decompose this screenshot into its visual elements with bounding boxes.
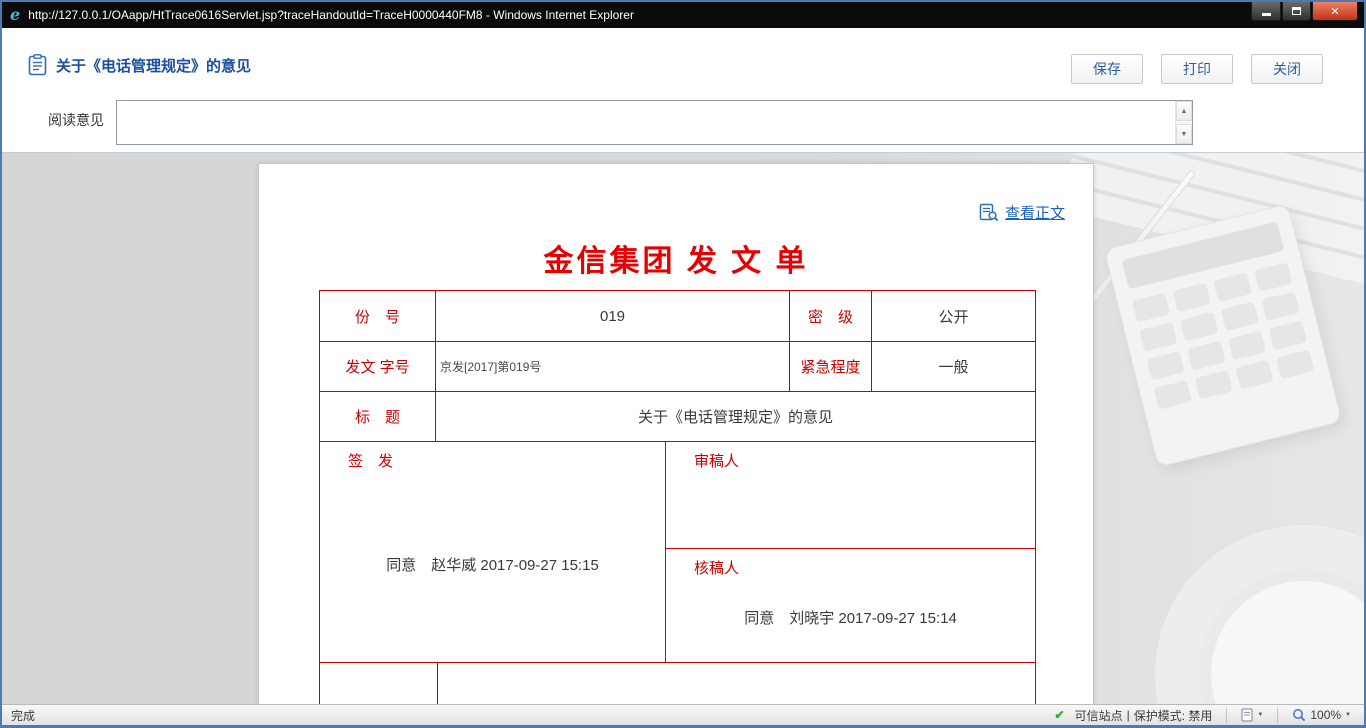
- dispatch-form-title: 金信集团 发 文 单: [259, 236, 1093, 280]
- sign-value: 同意 赵华威 2017-09-27 15:15: [320, 554, 665, 575]
- trusted-check-icon: ✔: [1055, 708, 1065, 722]
- sign-label: 签 发: [348, 450, 393, 471]
- opinion-label: 阅读意见: [48, 110, 104, 130]
- maximize-icon: [1292, 7, 1301, 15]
- review-column: 审稿人 核稿人 同意 刘晓宇 2017-09-27 15:14: [665, 442, 1035, 662]
- titlebar: e http://127.0.0.1/OAapp/HtTrace0616Serv…: [2, 2, 1364, 28]
- maximize-button[interactable]: [1282, 2, 1311, 21]
- scroll-down-icon[interactable]: ▼: [1176, 124, 1192, 144]
- zoom-level-text: 100%: [1310, 708, 1341, 722]
- title-value: 关于《电话管理规定》的意见: [435, 392, 1035, 441]
- dispatch-form-table: 份 号 019 密 级 公开 发文 字号 京发[2017]第019号 紧急程度 …: [319, 290, 1036, 704]
- main-content: 查看正文 金信集团 发 文 单 份 号 019 密 级 公开 发文 字号 京发[…: [2, 152, 1364, 704]
- background-keyboard-photo: [1058, 152, 1364, 289]
- scroll-up-icon[interactable]: ▲: [1176, 101, 1192, 121]
- zone-separator: |: [1127, 708, 1130, 722]
- urgency-value: 一般: [871, 342, 1035, 391]
- status-text: 完成: [11, 707, 35, 724]
- checker-cell: 核稿人 同意 刘晓宇 2017-09-27 15:14: [666, 548, 1035, 662]
- compatibility-view-button[interactable]: ▼: [1237, 708, 1267, 722]
- bottom-row-value-cell: [437, 663, 1035, 704]
- internet-explorer-icon: e: [10, 7, 20, 23]
- statusbar-right: ✔ 可信站点 | 保护模式: 禁用 ▼ 100% ▼: [1055, 707, 1355, 724]
- secrecy-value: 公开: [871, 291, 1035, 341]
- window-close-button[interactable]: ✕: [1312, 2, 1358, 21]
- opinion-row: 阅读意见 ▲ ▼: [2, 96, 1364, 152]
- statusbar: 完成 ✔ 可信站点 | 保护模式: 禁用 ▼ 100% ▼: [2, 704, 1364, 725]
- opinion-textarea[interactable]: [117, 101, 1175, 144]
- page-title-group: 关于《电话管理规定》的意见: [28, 54, 251, 76]
- page-title: 关于《电话管理规定》的意见: [56, 55, 251, 76]
- bottom-row-label-cell: [320, 663, 437, 704]
- checker-value: 同意 刘晓宇 2017-09-27 15:14: [666, 607, 1035, 628]
- opinion-scrollbar[interactable]: ▲ ▼: [1175, 101, 1192, 144]
- trusted-zone-text: 可信站点: [1075, 707, 1123, 724]
- security-zone-segment[interactable]: 可信站点 | 保护模式: 禁用: [1071, 707, 1217, 724]
- document-sheet: 查看正文 金信集团 发 文 单 份 号 019 密 级 公开 发文 字号 京发[…: [258, 163, 1094, 704]
- browser-window: e http://127.0.0.1/OAapp/HtTrace0616Serv…: [0, 0, 1366, 728]
- opinion-input-box: ▲ ▼: [116, 100, 1193, 145]
- minimize-button[interactable]: [1251, 2, 1281, 21]
- document-icon: [28, 54, 47, 76]
- checker-label: 核稿人: [694, 557, 739, 578]
- zoom-icon: [1292, 708, 1306, 722]
- doc-no-label: 发文 字号: [320, 342, 435, 391]
- statusbar-divider: [1226, 708, 1227, 723]
- reviewer-cell: 审稿人: [666, 442, 1035, 548]
- urgency-label: 紧急程度: [789, 342, 871, 391]
- compatibility-dropdown-icon: ▼: [1257, 712, 1263, 718]
- sign-cell: 签 发 同意 赵华威 2017-09-27 15:15: [320, 442, 665, 662]
- page-header: 关于《电话管理规定》的意见 保存 打印 关闭: [2, 28, 1364, 96]
- background-cup-photo: [1199, 569, 1364, 704]
- minimize-icon: [1262, 13, 1271, 16]
- zoom-dropdown-icon: ▼: [1345, 712, 1351, 718]
- view-body-link-row: 查看正文: [979, 202, 1065, 223]
- copy-no-value: 019: [435, 291, 789, 341]
- background-saucer-photo: [1154, 524, 1364, 704]
- statusbar-divider: [1277, 708, 1278, 723]
- compatibility-page-icon: [1241, 708, 1253, 722]
- window-controls: ✕: [1250, 2, 1358, 21]
- background-calculator-photo: [1104, 203, 1343, 467]
- view-body-icon: [979, 203, 999, 222]
- print-button[interactable]: 打印: [1161, 54, 1233, 84]
- title-label: 标 题: [320, 392, 435, 441]
- toolbar: 保存 打印 关闭: [1071, 54, 1323, 84]
- window-title: http://127.0.0.1/OAapp/HtTrace0616Servle…: [28, 8, 634, 22]
- protected-mode-text: 保护模式: 禁用: [1134, 707, 1213, 724]
- doc-no-value: 京发[2017]第019号: [435, 342, 789, 391]
- close-page-button[interactable]: 关闭: [1251, 54, 1323, 84]
- reviewer-label: 审稿人: [694, 450, 739, 471]
- view-body-link[interactable]: 查看正文: [1005, 202, 1065, 223]
- save-button[interactable]: 保存: [1071, 54, 1143, 84]
- secrecy-label: 密 级: [789, 291, 871, 341]
- copy-no-label: 份 号: [320, 291, 435, 341]
- zoom-control[interactable]: 100% ▼: [1288, 708, 1355, 722]
